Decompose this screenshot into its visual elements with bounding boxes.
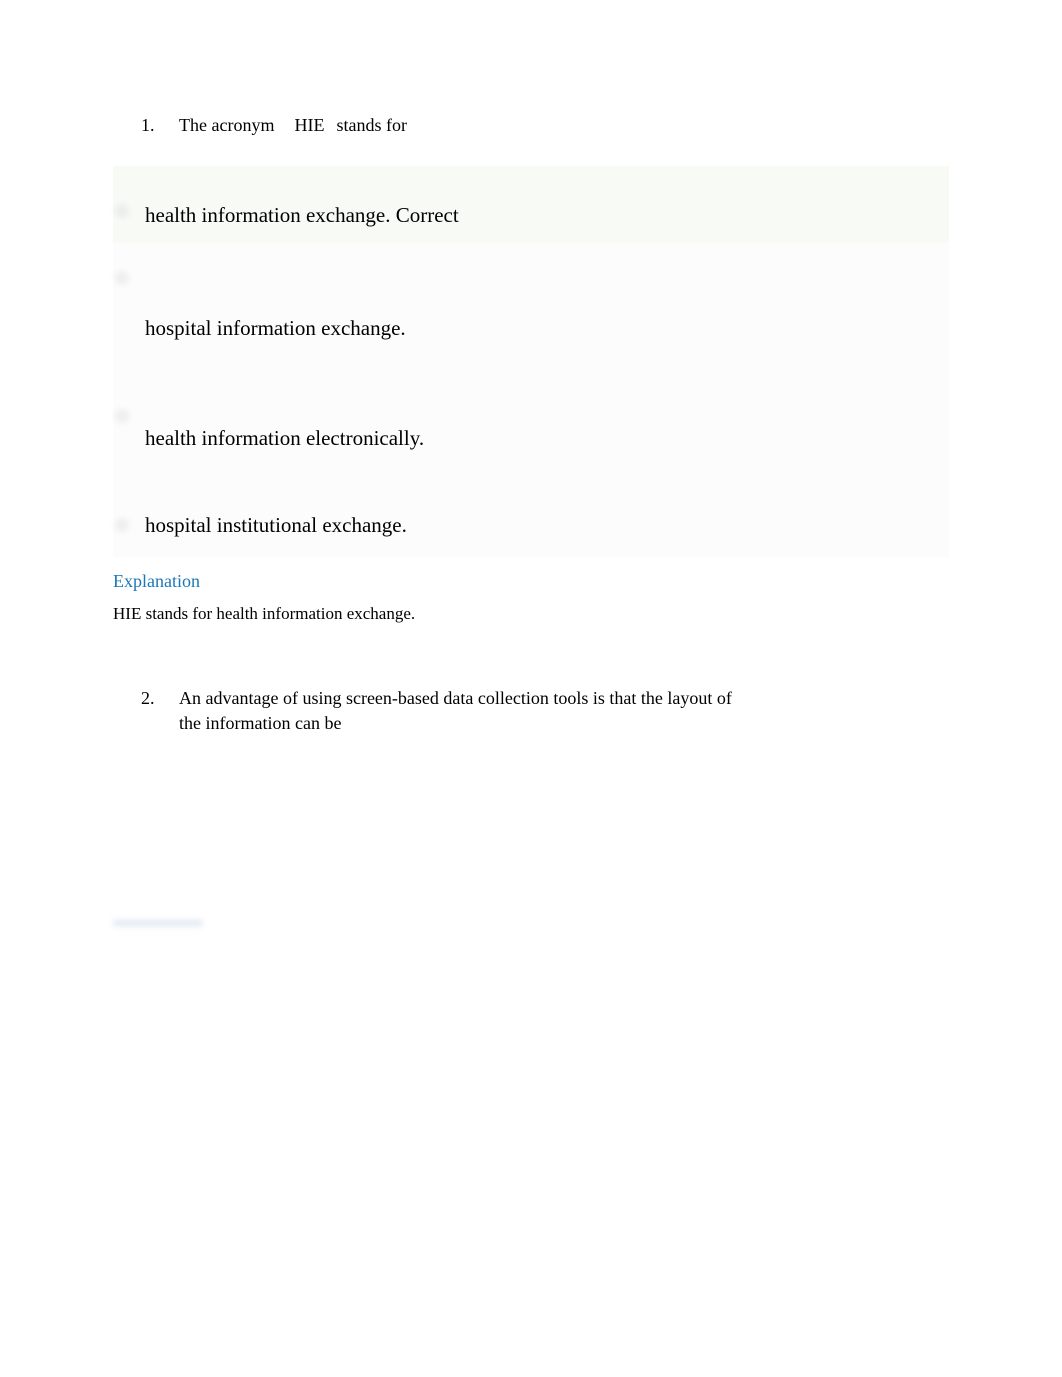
option-d-row[interactable]: hospital institutional exchange.	[113, 466, 949, 557]
question-1-line: 1. The acronym HIE stands for	[113, 113, 949, 138]
question-2-number: 2.	[141, 688, 161, 709]
question-2-text: An advantage of using screen-based data …	[179, 686, 739, 736]
q1-prefix: The acronym	[179, 115, 274, 135]
radio-icon	[113, 269, 131, 287]
question-2-line: 2. An advantage of using screen-based da…	[113, 686, 949, 736]
option-c-text: health information electronically.	[145, 425, 424, 452]
option-a-row[interactable]: health information exchange. Correct	[113, 166, 949, 243]
radio-icon	[113, 407, 131, 425]
q1-term: HIE	[294, 115, 324, 135]
option-c-row[interactable]: health information electronically.	[113, 357, 949, 466]
option-b-row[interactable]: hospital information exchange.	[113, 243, 949, 356]
option-b-text: hospital information exchange.	[145, 315, 406, 342]
question-1-options: health information exchange. Correct hos…	[113, 166, 949, 557]
question-1-text: The acronym HIE stands for	[179, 113, 407, 138]
option-a-text: health information exchange. Correct	[145, 202, 459, 229]
explanation-heading: Explanation	[113, 571, 949, 592]
blurred-region	[113, 920, 203, 928]
explanation-body: HIE stands for health information exchan…	[113, 602, 949, 626]
radio-icon	[113, 516, 131, 534]
radio-icon	[113, 202, 131, 220]
q1-suffix: stands for	[336, 115, 407, 135]
option-d-text: hospital institutional exchange.	[145, 512, 407, 539]
question-1-number: 1.	[141, 115, 161, 136]
